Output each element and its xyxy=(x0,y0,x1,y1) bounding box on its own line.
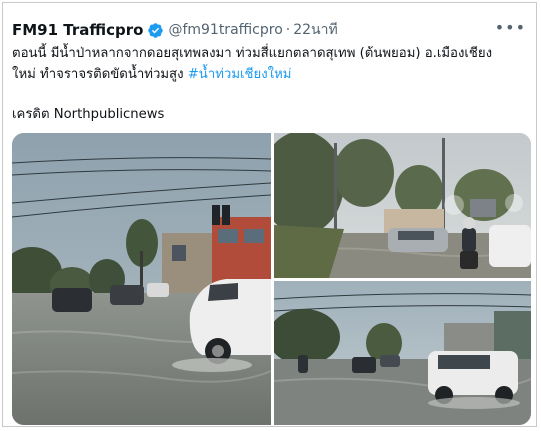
more-options-icon[interactable]: ••• xyxy=(495,18,526,37)
tweet-text-line-1: ตอนนี้ มีน้ำป่าหลากจากดอยสุเทพลงมา ท่วมส… xyxy=(12,46,493,61)
tweet-header: FM91 Trafficpro @fm91trafficpro · 22นาที xyxy=(12,19,338,41)
tweet-text-line-2: ใหม่ ทำจราจรติดขัดน้ำท่วมสูง #น้ำท่วมเชี… xyxy=(12,64,532,85)
media-grid xyxy=(12,133,531,425)
verified-badge-icon xyxy=(147,22,164,39)
tweet-card: FM91 Trafficpro @fm91trafficpro · 22นาที… xyxy=(2,2,537,427)
hashtag-link[interactable]: #น้ำท่วมเชียงใหม่ xyxy=(188,67,292,82)
author-handle[interactable]: @fm91trafficpro xyxy=(168,22,282,38)
tweet-credit-text: เครดิต Northpublicnews xyxy=(12,107,165,122)
separator-dot: · xyxy=(285,22,291,38)
author-name[interactable]: FM91 Trafficpro xyxy=(12,21,143,39)
tweet-text-line-2-prefix: ใหม่ ทำจราจรติดขัดน้ำท่วมสูง xyxy=(12,67,188,82)
flooded-road-photo-3[interactable] xyxy=(274,281,531,425)
tweet-body: ตอนนี้ มีน้ำป่าหลากจากดอยสุเทพลงมา ท่วมส… xyxy=(12,43,532,85)
flooded-road-photo-1[interactable] xyxy=(12,133,271,425)
flooded-intersection-photo-2[interactable] xyxy=(274,133,531,278)
tweet-timestamp[interactable]: 22นาที xyxy=(293,19,337,41)
